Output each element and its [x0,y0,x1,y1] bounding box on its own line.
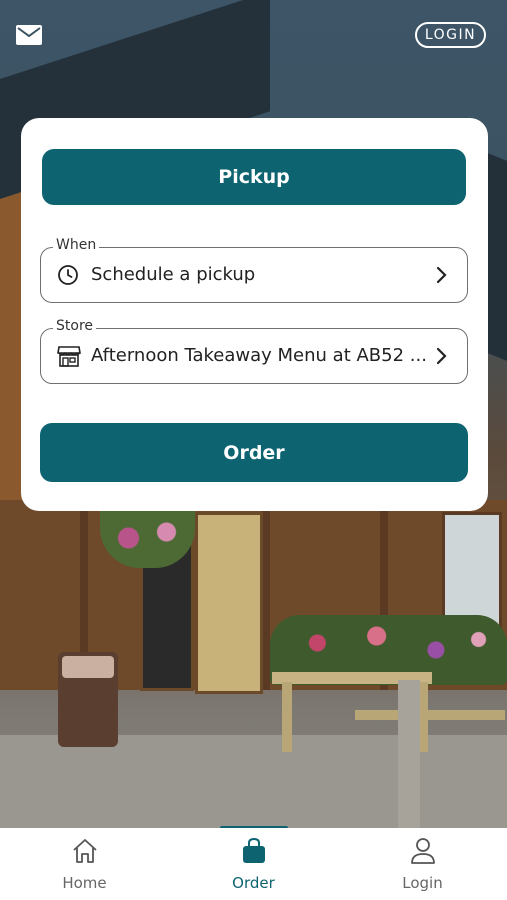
nav-order-label: Order [232,874,275,892]
nav-home[interactable]: Home [0,828,169,900]
nav-login-label: Login [402,874,443,892]
order-button[interactable]: Order [40,423,468,482]
clock-icon [57,264,79,286]
chevron-right-icon [435,265,449,285]
home-icon [70,836,100,866]
nav-order[interactable]: Order [169,828,338,900]
store-field[interactable]: Store Afternoon Takeaway Menu at AB52 ..… [40,318,468,384]
bottom-navigation: Home Order Login [0,828,507,900]
when-value: Schedule a pickup [91,264,256,285]
store-value: Afternoon Takeaway Menu at AB52 ... [91,345,427,366]
store-icon [57,345,81,367]
pickup-mode-button[interactable]: Pickup [42,149,466,205]
when-field[interactable]: When Schedule a pickup [40,237,468,303]
order-mode-card: Pickup When Schedule a pickup Store Afte… [21,118,488,511]
user-icon [408,836,438,866]
login-button[interactable]: LOGIN [415,22,486,48]
mail-icon[interactable] [16,25,42,45]
nav-home-label: Home [62,874,107,892]
nav-login[interactable]: Login [338,828,507,900]
chevron-right-icon [435,346,449,366]
when-label: When [53,237,100,253]
shopping-bag-icon [239,836,269,866]
store-label: Store [53,318,97,334]
